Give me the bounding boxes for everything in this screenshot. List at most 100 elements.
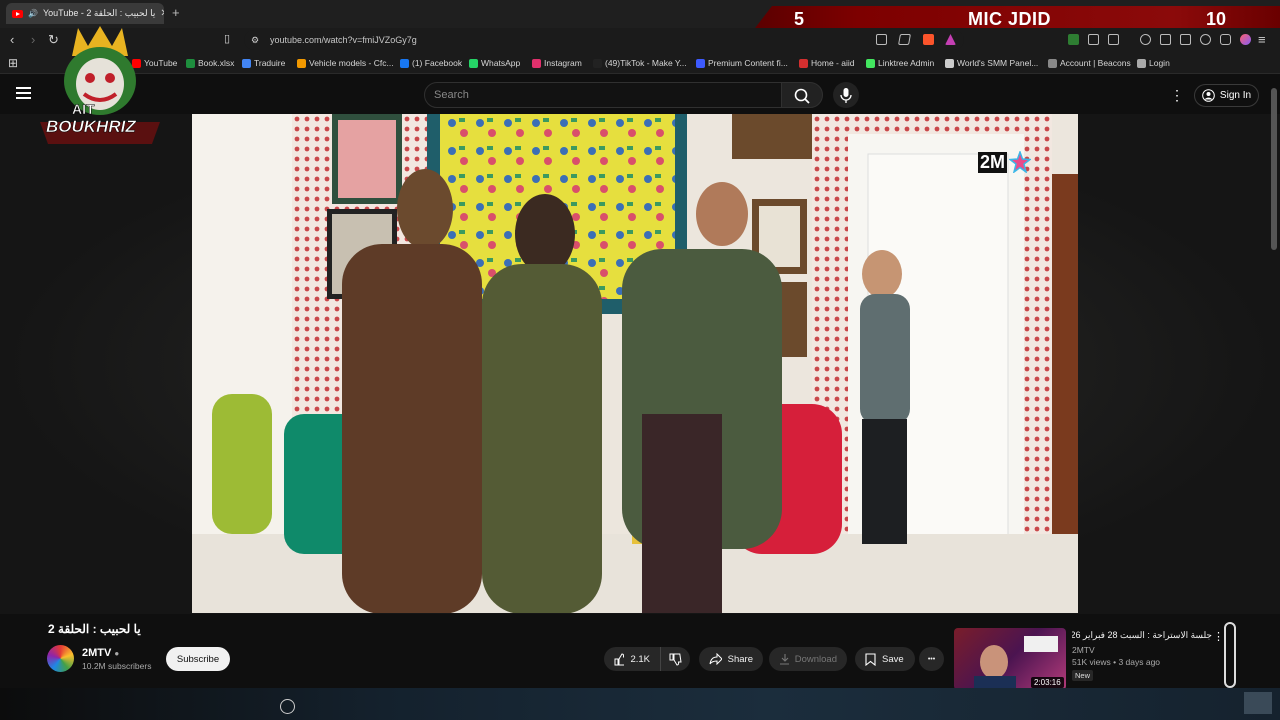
share-page-icon[interactable] [898,34,911,45]
bookmark-label: World's SMM Panel... [957,58,1039,68]
extension-icon[interactable] [1068,34,1079,45]
leo-ai-icon[interactable] [1240,34,1251,45]
voice-search-button[interactable] [833,82,859,108]
video-player[interactable] [192,114,1078,613]
search-button[interactable] [781,82,823,108]
account-icon [1202,89,1215,102]
bookmark-favicon-icon [799,58,808,68]
save-label: Save [882,653,904,665]
vpn-icon[interactable] [1200,34,1211,45]
streamer-logo: AIT BOUKHRIZ [38,26,162,152]
site-settings-icon[interactable]: ⚙ [251,35,259,46]
bookmark-label: Book.xlsx [198,58,235,68]
channel-name-text[interactable]: 2MTV [82,647,111,659]
bookmark-favicon-icon [945,58,954,68]
verified-icon: ● [114,649,120,658]
wallet-icon[interactable] [1180,34,1191,45]
bookmark-item[interactable]: Book.xlsx [186,58,234,68]
bookmark-item[interactable]: (1) Facebook [400,58,462,68]
star-logo-icon [1009,151,1032,173]
bookmark-item[interactable]: World's SMM Panel... [945,58,1038,68]
bookmark-item[interactable]: Linktree Admin [866,58,934,68]
sign-in-label: Sign In [1219,90,1252,101]
bookmark-icon[interactable]: ▯ [224,32,230,45]
like-count: 2.1K [630,653,650,665]
youtube-favicon-icon [12,9,23,18]
taskbar-app-icon[interactable] [280,699,295,714]
bookmark-label: (1) Facebook [412,58,463,68]
scrollbar-thumb[interactable] [1271,88,1277,250]
close-tab-icon[interactable]: ✕ [160,8,164,19]
download-button[interactable]: Download [769,647,847,671]
browser-tab[interactable]: 🔊 YouTube - 2 يا لحبيب : الحلقة ✕ [6,3,164,24]
taskbar-corner-icon[interactable] [1244,692,1272,714]
taskbar [0,688,1280,720]
forward-icon[interactable]: › [31,32,35,47]
logo-line-1: AIT [72,101,95,118]
bookmark-item[interactable]: Traduire [242,58,285,68]
sign-in-button[interactable]: Sign In [1194,84,1259,107]
bookmark-favicon-icon [532,58,541,68]
bookmark-item[interactable]: Instagram [532,58,582,68]
channel-name[interactable]: 2MTV ● [82,647,119,659]
recommended-duration: 2:03:16 [1031,677,1064,688]
bookmark-item[interactable]: Home - aiid [799,58,854,68]
bookmark-label: Home - aiid [811,58,855,68]
banner-counter: 10 [1206,9,1227,29]
bookmark-save-icon [865,652,876,666]
watermark-text: 2M [978,151,1008,173]
new-tab-button[interactable]: + [172,5,180,20]
overlay-frame-accent [1224,622,1236,688]
sidebar-icon[interactable] [1160,34,1171,45]
bookmark-item[interactable]: Login [1137,58,1170,68]
bookmark-item[interactable]: Premium Content fi... [696,58,788,68]
bookmark-label: Login [1149,58,1170,68]
recommended-title[interactable]: جلسة الاستراحة : السبت 28 فبراير 2026 [1072,630,1212,641]
settings-menu-icon[interactable]: ⋮ [1170,87,1184,104]
url-text[interactable]: youtube.com/watch?v=fmiJVZoGy7g [270,35,417,45]
music-icon[interactable] [1140,34,1151,45]
channel-avatar[interactable] [47,645,74,672]
shield-icon[interactable] [1220,34,1231,45]
bookmark-favicon-icon [186,58,195,68]
brave-shield-icon[interactable] [923,34,934,45]
screen-icon[interactable] [876,34,887,45]
recommended-channel[interactable]: 2MTV [1072,645,1095,655]
thumbs-up-icon [614,652,625,665]
banner-title: MIC JDID [968,9,1052,29]
speaker-icon[interactable]: 🔊 [28,9,38,18]
bookmark-item[interactable]: WhatsApp [469,58,520,68]
more-actions-button[interactable]: ••• [919,647,944,671]
puzzle-icon[interactable] [1088,34,1099,45]
bookmark-label: WhatsApp [481,58,521,68]
recommended-menu-icon[interactable]: ⋮ [1213,630,1224,643]
bookmark-label: (49)TikTok - Make Y... [605,58,687,68]
bookmark-favicon-icon [297,58,306,68]
back-icon[interactable]: ‹ [10,32,14,47]
apps-grid-icon[interactable]: ⊞ [8,56,18,70]
thumbs-down-icon [669,653,682,666]
dislike-button[interactable] [660,647,690,671]
bookmark-item[interactable]: Account | Beacons [1048,58,1131,68]
banner-number: 5 [794,9,805,29]
bookmark-favicon-icon [242,58,251,68]
bookmark-item[interactable]: (49)TikTok - Make Y... [593,58,687,68]
guide-menu-icon[interactable] [16,87,31,99]
bookmark-label: Vehicle models - Cfc... [309,58,394,68]
search-icon [794,88,810,104]
save-button[interactable]: Save [855,647,915,671]
download-label: Download [794,653,837,665]
bookmark-favicon-icon [400,58,409,68]
video-frame-image [192,114,1078,613]
media-icon[interactable] [1108,34,1119,45]
bookmark-favicon-icon [1048,58,1057,68]
bookmark-label: Linktree Admin [878,58,935,68]
like-button[interactable]: 2.1K [604,647,660,671]
bookmark-label: Traduire [254,58,286,68]
bookmark-item[interactable]: Vehicle models - Cfc... [297,58,394,68]
subscribe-button[interactable]: Subscribe [166,647,230,671]
share-button[interactable]: Share [699,647,763,671]
search-input[interactable] [424,82,782,108]
new-badge: New [1072,670,1094,681]
menu-icon[interactable]: ≡ [1258,32,1266,47]
